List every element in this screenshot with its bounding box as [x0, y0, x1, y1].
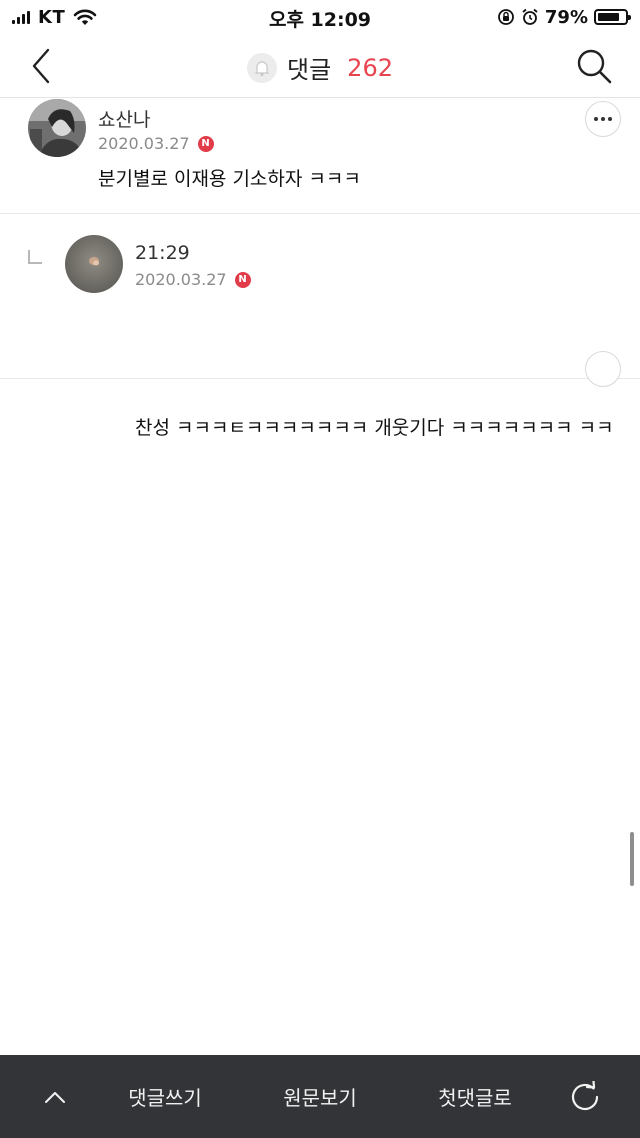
- more-options-button[interactable]: [585, 351, 621, 387]
- comment-item: 쇼산나 2020.03.27 N 분기별로 이재용 기소하자 ㅋㅋㅋ: [0, 99, 640, 214]
- new-badge: N: [197, 135, 214, 152]
- chevron-up-icon: [45, 1091, 65, 1103]
- comment-author[interactable]: 쇼산나: [98, 105, 150, 132]
- comment-date: 2020.03.27: [98, 134, 190, 153]
- scroll-top-button[interactable]: [20, 1055, 90, 1138]
- avatar[interactable]: [65, 235, 123, 293]
- refresh-icon: [571, 1080, 599, 1110]
- first-comment-button[interactable]: 첫댓글로: [410, 1055, 540, 1138]
- comment-count: 262: [347, 53, 393, 82]
- comment-author[interactable]: 21:29: [135, 242, 190, 264]
- header: 댓글 262: [0, 34, 640, 98]
- scrollbar[interactable]: [630, 832, 634, 886]
- battery-icon: [594, 9, 631, 25]
- avatar[interactable]: [28, 99, 86, 157]
- comment-date: 2020.03.27: [135, 270, 227, 289]
- write-comment-button[interactable]: 댓글쓰기: [100, 1055, 230, 1138]
- status-bar: KT 오후 12:09 79%: [0, 0, 640, 34]
- comment-text: 분기별로 이재용 기소하자 ㅋㅋㅋ: [98, 168, 361, 190]
- new-badge: N: [234, 271, 251, 288]
- comment-text: 찬성 ㅋㅋㅋㅌㅋㅋㅋㅋㅋㅋㅋ 개웃기다 ㅋㅋㅋㅋㅋㅋㅋ ㅋㅋ: [135, 417, 614, 439]
- comment-list: 쇼산나 2020.03.27 N 분기별로 이재용 기소하자 ㅋㅋㅋ 21:29…: [0, 99, 640, 1055]
- refresh-button[interactable]: [550, 1055, 620, 1138]
- battery-percent: 79%: [544, 6, 588, 28]
- reply-indicator-icon: [28, 250, 44, 266]
- more-options-button[interactable]: [585, 101, 621, 137]
- battery-level: [598, 13, 619, 21]
- rotation-lock-icon: [498, 9, 514, 25]
- title-label: 댓글: [287, 56, 332, 84]
- bottom-toolbar: 댓글쓰기 원문보기 첫댓글로: [0, 1055, 640, 1138]
- page-title: 댓글 262: [0, 50, 640, 85]
- bell-icon[interactable]: [247, 52, 277, 83]
- comment-reply: 21:29 2020.03.27 N 찬성 ㅋㅋㅋㅌㅋㅋㅋㅋㅋㅋㅋ 개웃기다 ㅋ…: [0, 214, 640, 439]
- search-icon[interactable]: [574, 46, 614, 86]
- view-original-button[interactable]: 원문보기: [255, 1055, 385, 1138]
- alarm-icon: [522, 8, 538, 25]
